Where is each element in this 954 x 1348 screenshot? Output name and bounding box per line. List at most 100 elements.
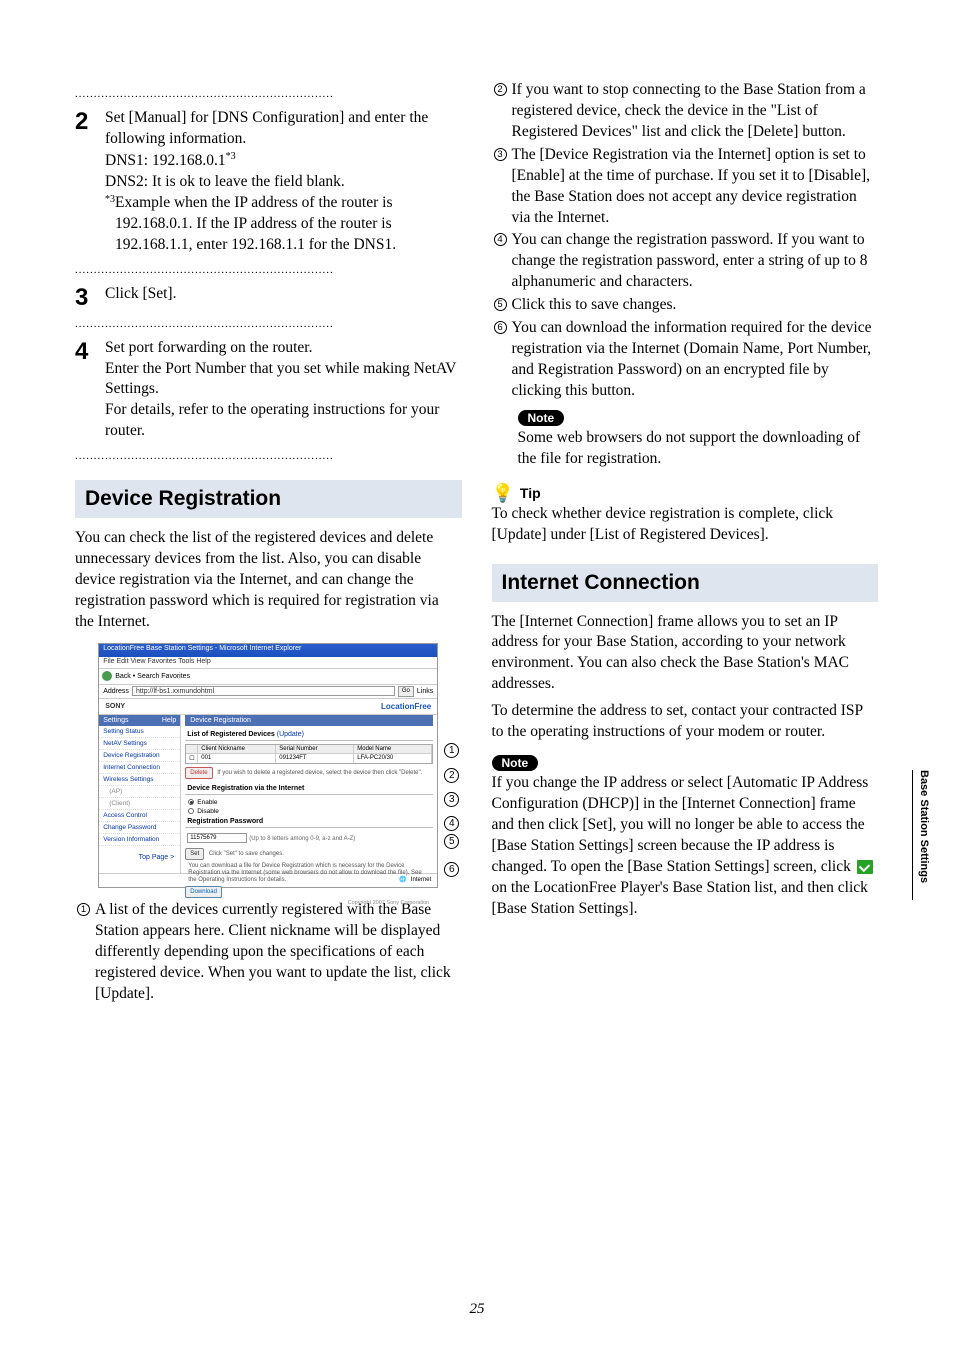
circled-3-icon: 3: [492, 145, 509, 161]
th-check: [186, 745, 198, 753]
ss-addressbar: Address http://lf-bs1.xxmundohtml Go Lin…: [99, 685, 437, 699]
go-button[interactable]: Go: [398, 686, 414, 697]
browser-screenshot: LocationFree Base Station Settings - Mic…: [98, 643, 438, 888]
step-body: Click [Set].: [105, 284, 462, 305]
sidebar-item-netav[interactable]: NetAV Settings: [99, 738, 180, 750]
sidebar-item-setting-status[interactable]: Setting Status: [99, 726, 180, 738]
circled-5-icon: 5: [492, 295, 509, 311]
enum-1-text: A list of the devices currently register…: [92, 900, 462, 1005]
list-label: List of Registered Devices (Update): [185, 729, 433, 741]
sidebar-item-device-reg[interactable]: Device Registration: [99, 750, 180, 762]
ss-sb-head-r[interactable]: Help: [162, 717, 176, 724]
intro-paragraph: You can check the list of the registered…: [75, 528, 462, 633]
ss-toolbar: Back • Search Favorites: [99, 669, 437, 685]
enum-3-text: The [Device Registration via the Interne…: [509, 145, 879, 229]
tip-text: To check whether device registration is …: [492, 504, 879, 546]
radio-enable[interactable]: [188, 799, 194, 805]
callout-1: 1: [444, 743, 459, 758]
callout-6: 6: [444, 862, 459, 877]
links-label: Links: [417, 688, 433, 695]
via-internet-heading: Device Registration via the Internet: [185, 783, 433, 795]
ss-titlebar: LocationFree Base Station Settings - Mic…: [99, 644, 437, 657]
ss-content: Device Registration List of Registered D…: [181, 715, 437, 873]
sidebar-item-ap[interactable]: (AP): [99, 786, 180, 798]
right-column: 2 If you want to stop connecting to the …: [492, 80, 905, 1006]
step4-line1: Set port forwarding on the router.: [105, 339, 312, 356]
circled-1-icon: 1: [75, 900, 92, 916]
enum-4: 4 You can change the registration passwo…: [492, 230, 879, 293]
sidebar-item-client[interactable]: (Client): [99, 798, 180, 810]
tip-row: 💡 Tip: [492, 484, 879, 502]
sidebar-item-access[interactable]: Access Control: [99, 810, 180, 822]
radio-disable-row[interactable]: Disable: [185, 807, 433, 816]
ss-menubar: File Edit View Favorites Tools Help: [99, 657, 437, 669]
device-checkbox[interactable]: ☐: [186, 753, 198, 763]
note2-part-a: If you change the IP address or select […: [492, 774, 869, 875]
step-body: Set port forwarding on the router. Enter…: [105, 338, 462, 443]
address-input[interactable]: http://lf-bs1.xxmundohtml: [132, 686, 395, 696]
step-number: 4: [75, 338, 105, 364]
download-text: You can download a file for Device Regis…: [188, 863, 430, 885]
separator-dots: ........................................…: [75, 318, 462, 330]
sidebar-item-internet[interactable]: Internet Connection: [99, 762, 180, 774]
sidebar-top-page[interactable]: Top Page >: [99, 846, 180, 863]
step4-line2: Enter the Port Number that you set while…: [105, 360, 456, 398]
sidebar-item-wireless[interactable]: Wireless Settings: [99, 774, 180, 786]
th-model: Model Name: [354, 745, 432, 753]
enum-4-text: You can change the registration password…: [509, 230, 879, 293]
ic-para-1: The [Internet Connection] frame allows y…: [492, 612, 879, 696]
copyright: Copyright 2007 Sony Corporation: [185, 900, 429, 906]
enum-2-text: If you want to stop connecting to the Ba…: [509, 80, 879, 143]
page-number: 25: [0, 1301, 954, 1318]
delete-hint: If you wish to delete a registered devic…: [216, 770, 423, 776]
step2-dns1: DNS1: 192.168.0.1: [105, 152, 226, 169]
sidebar-item-version[interactable]: Version Information: [99, 834, 180, 846]
globe-icon: 🌐: [399, 876, 406, 883]
step-number: 3: [75, 284, 105, 310]
step2-dns2: DNS2: It is ok to leave the field blank.: [105, 173, 345, 190]
enum-6: 6 You can download the information requi…: [492, 318, 879, 402]
radio-disable[interactable]: [188, 808, 194, 814]
ss-sidebar: Settings Help Setting Status NetAV Setti…: [99, 715, 181, 873]
td-nickname: 001: [198, 753, 276, 763]
radio-enable-row[interactable]: Enable: [185, 798, 433, 807]
enum-5-text: Click this to save changes.: [509, 295, 879, 316]
note2-part-b: on the LocationFree Player's Base Statio…: [492, 879, 868, 917]
circled-2-icon: 2: [492, 80, 509, 96]
step-number: 2: [75, 108, 105, 134]
sidebar-item-password[interactable]: Change Password: [99, 822, 180, 834]
delete-button[interactable]: Delete: [185, 767, 212, 779]
heading-internet-connection: Internet Connection: [492, 564, 879, 602]
step2-line1: Set [Manual] for [DNS Configuration] and…: [105, 109, 428, 147]
callout-5: 5: [444, 834, 459, 849]
th-nickname: Client Nickname: [198, 745, 276, 753]
enum-6-text: You can download the information require…: [509, 318, 879, 402]
password-input[interactable]: 11575679: [187, 833, 247, 843]
th-serial: Serial Number: [276, 745, 354, 753]
footnote-text: Example when the IP address of the route…: [115, 193, 462, 256]
back-icon[interactable]: [102, 671, 112, 681]
lightbulb-icon: 💡: [492, 484, 514, 502]
footnote-marker: *3: [105, 193, 115, 256]
step-2: 2 Set [Manual] for [DNS Configuration] a…: [75, 108, 462, 256]
device-table: Client Nickname Serial Number Model Name…: [185, 744, 433, 764]
address-label: Address: [103, 688, 129, 695]
td-serial: 091234FT: [276, 753, 354, 763]
ss-toolbar-text: Back • Search Favorites: [115, 673, 190, 680]
side-tab-label: Base Station Settings: [912, 770, 930, 900]
enum-3: 3 The [Device Registration via the Inter…: [492, 145, 879, 229]
td-model: LFA-PC20/30: [354, 753, 432, 763]
status-internet: Internet: [411, 877, 431, 883]
update-link[interactable]: (Update): [277, 731, 304, 738]
tip-label: Tip: [520, 485, 541, 501]
set-button[interactable]: Set: [185, 848, 204, 860]
pw-hint: (Up to 8 letters among 0-9, a-z and A-Z): [249, 836, 355, 842]
brand-sony: SONY: [105, 703, 125, 710]
enum-2: 2 If you want to stop connecting to the …: [492, 80, 879, 143]
ic-para-2: To determine the address to set, contact…: [492, 701, 879, 743]
settings-inline-icon: [857, 860, 873, 874]
ss-main-area: Settings Help Setting Status NetAV Setti…: [99, 715, 437, 873]
download-button[interactable]: Download: [185, 886, 222, 898]
callout-2: 2: [444, 768, 459, 783]
note-1-text: Some web browsers do not support the dow…: [518, 428, 879, 470]
